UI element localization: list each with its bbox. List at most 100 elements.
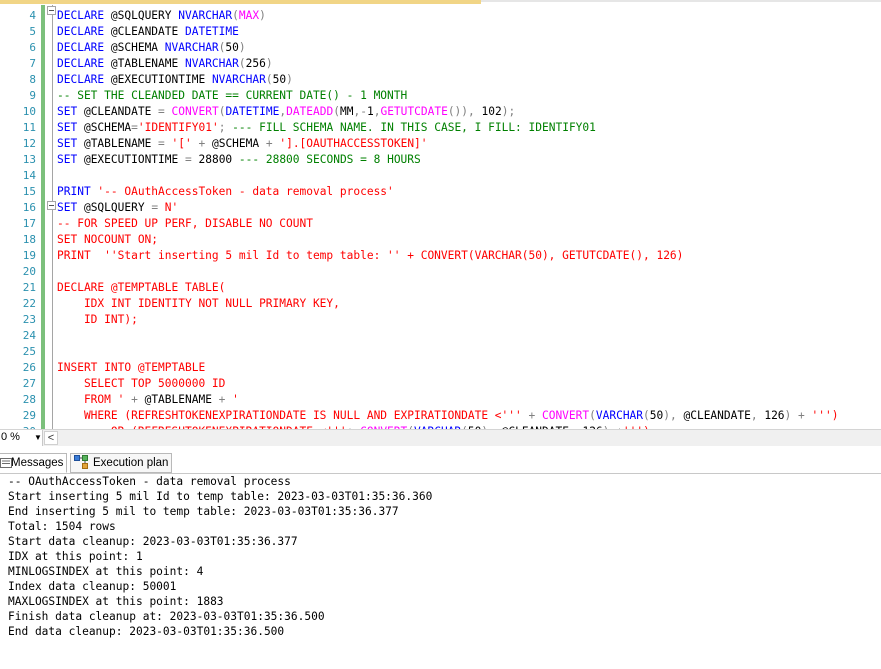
code-token: DATEADD	[286, 105, 334, 118]
code-token: DATETIME	[184, 25, 239, 38]
code-text: SELECT TOP 5000000 ID	[57, 376, 225, 392]
code-line[interactable]: 26 INSERT INTO @TEMPTABLE	[0, 360, 205, 376]
code-token: 256	[245, 57, 266, 70]
code-token: '['	[171, 137, 192, 150]
line-number: 12	[22, 137, 36, 150]
code-token: 'IDENTIFY01'	[137, 121, 219, 134]
code-token: CONVERT	[541, 409, 590, 422]
code-line[interactable]: 14	[0, 168, 36, 184]
line-number: 13	[22, 153, 36, 166]
code-line[interactable]: 28 FROM ' + @TABLENAME + '	[0, 392, 239, 408]
code-line[interactable]: 6 DECLARE @SCHEMA NVARCHAR(50)	[0, 40, 245, 56]
code-line[interactable]: 10 SET @CLEANDATE = CONVERT(DATETIME,DATE…	[0, 104, 515, 120]
code-token: GETUTCDATE	[380, 105, 448, 118]
code-line[interactable]: 12 SET @TABLENAME = '[' + @SCHEMA + '].[O…	[0, 136, 428, 152]
results-tabs: Messages Execution plan	[0, 446, 881, 474]
code-line[interactable]: 18 SET NOCOUNT ON;	[0, 232, 158, 248]
code-line[interactable]: 7 DECLARE @TABLENAME NVARCHAR(256)	[0, 56, 272, 72]
code-text: -- FOR SPEED UP PERF, DISABLE NO COUNT	[57, 216, 313, 232]
code-token: 126	[764, 409, 785, 422]
code-text: FROM ' + @TABLENAME + '	[57, 392, 239, 408]
code-token: @SQLQUERY	[83, 201, 152, 214]
code-line[interactable]: 17 -- FOR SPEED UP PERF, DISABLE NO COUNT	[0, 216, 313, 232]
code-token: +	[521, 409, 542, 422]
line-number: 9	[29, 89, 36, 102]
code-line[interactable]: 23 ID INT);	[0, 312, 138, 328]
code-text: DECLARE @CLEANDATE DATETIME	[57, 24, 239, 40]
code-token: SET	[57, 201, 84, 214]
code-line[interactable]: 9 -- SET THE CLEANDED DATE == CURRENT DAT…	[0, 88, 407, 104]
message-line: End inserting 5 mil to temp table: 2023-…	[8, 505, 399, 518]
message-line: IDX at this point: 1	[8, 550, 143, 563]
collapse-box-icon[interactable]	[47, 201, 56, 210]
active-document-tab[interactable]	[0, 0, 481, 4]
code-token: SET NOCOUNT ON;	[57, 233, 159, 246]
code-line[interactable]: 21 DECLARE @TEMPTABLE TABLE(	[0, 280, 226, 296]
execution-plan-icon	[74, 455, 88, 469]
query-editor[interactable]: 4 DECLARE @SQLQUERY NVARCHAR(MAX) 5 DECLARE…	[0, 5, 881, 429]
code-token: SET	[57, 137, 84, 150]
code-token: ,-	[353, 105, 367, 118]
code-token: SET	[57, 153, 84, 166]
code-token: @EXECUTIONTIME	[110, 73, 212, 86]
line-number: 21	[22, 281, 36, 294]
collapse-box-icon[interactable]	[47, 6, 56, 15]
code-text: DECLARE @SCHEMA NVARCHAR(50)	[57, 40, 246, 56]
line-number: 18	[22, 233, 36, 246]
code-token: =	[151, 201, 165, 214]
code-token: -- SET THE CLEANDED DATE == CURRENT DATE…	[57, 89, 408, 102]
code-text: SET @SCHEMA='IDENTIFY01'; --- FILL SCHEM…	[57, 120, 596, 136]
code-token: -- FOR SPEED UP PERF, DISABLE NO COUNT	[57, 217, 313, 230]
code-token: NVARCHAR	[184, 57, 239, 70]
code-token: @EXECUTIONTIME	[83, 153, 185, 166]
code-token: WHERE (REFRESHTOKENEXPIRATIONDATE IS NUL…	[57, 409, 522, 422]
line-number: 28	[22, 393, 36, 406]
code-token: DECLARE	[57, 9, 111, 22]
code-token: SET	[57, 121, 84, 134]
tab-messages[interactable]: Messages	[0, 453, 67, 473]
line-number: 26	[22, 361, 36, 374]
code-token: (	[232, 9, 239, 22]
code-line[interactable]: 4 DECLARE @SQLQUERY NVARCHAR(MAX)	[0, 8, 265, 24]
line-number: 8	[29, 73, 36, 86]
code-token: 50	[272, 73, 287, 86]
line-number: 15	[22, 185, 36, 198]
code-line[interactable]: 20	[0, 264, 36, 280]
code-token: @CLEANDATE	[110, 25, 185, 38]
code-line[interactable]: 25	[0, 344, 36, 360]
zoom-dropdown[interactable]: 0 % ▼	[0, 430, 43, 446]
message-line: Finish data cleanup at: 2023-03-03T01:35…	[8, 610, 325, 623]
code-token: ()),	[447, 105, 482, 118]
messages-panel[interactable]: -- OAuthAccessToken - data removal proce…	[0, 474, 881, 669]
tab-execution-plan[interactable]: Execution plan	[70, 453, 172, 473]
message-line: Start inserting 5 mil Id to temp table: …	[8, 490, 433, 503]
line-number: 25	[22, 345, 36, 358]
code-token: PRINT	[57, 185, 98, 198]
code-line[interactable]: 24	[0, 328, 36, 344]
code-text: SET NOCOUNT ON;	[57, 232, 158, 248]
code-line[interactable]: 19 PRINT ''Start inserting 5 mil Id to te…	[0, 248, 684, 264]
code-line[interactable]: 5 DECLARE @CLEANDATE DATETIME	[0, 24, 239, 40]
message-line: End data cleanup: 2023-03-03T01:35:36.50…	[8, 625, 285, 638]
code-text: ID INT);	[57, 312, 138, 328]
code-line[interactable]: 13 SET @EXECUTIONTIME = 28800 --- 28800 S…	[0, 152, 421, 168]
scroll-left-button[interactable]: <	[44, 431, 58, 445]
code-line[interactable]: 27 SELECT TOP 5000000 ID	[0, 376, 226, 392]
code-text: DECLARE @TEMPTABLE TABLE(	[57, 280, 225, 296]
code-line[interactable]: 8 DECLARE @EXECUTIONTIME NVARCHAR(50)	[0, 72, 292, 88]
code-token: @CLEANDATE	[683, 409, 751, 422]
code-token: DATETIME	[225, 105, 280, 118]
code-line[interactable]: 22 IDX INT IDENTITY NOT NULL PRIMARY KEY…	[0, 296, 340, 312]
code-token: '-- OAuthAccessToken - data removal proc…	[97, 185, 394, 198]
code-line[interactable]: 16 SET @SQLQUERY = N'	[0, 200, 179, 216]
code-text: PRINT '-- OAuthAccessToken - data remova…	[57, 184, 394, 200]
code-line[interactable]: 15 PRINT '-- OAuthAccessToken - data remo…	[0, 184, 394, 200]
code-token: MM	[339, 105, 354, 118]
code-text: INSERT INTO @TEMPTABLE	[57, 360, 205, 376]
code-line[interactable]: 29 WHERE (REFRESHTOKENEXPIRATIONDATE IS …	[0, 408, 839, 424]
message-line: MINLOGSINDEX at this point: 4	[8, 565, 204, 578]
chevron-down-icon: ▼	[34, 433, 42, 442]
code-token: @SCHEMA	[211, 137, 266, 150]
code-line[interactable]: 11 SET @SCHEMA='IDENTIFY01'; --- FILL SCH…	[0, 120, 596, 136]
code-token: DECLARE	[57, 57, 111, 70]
